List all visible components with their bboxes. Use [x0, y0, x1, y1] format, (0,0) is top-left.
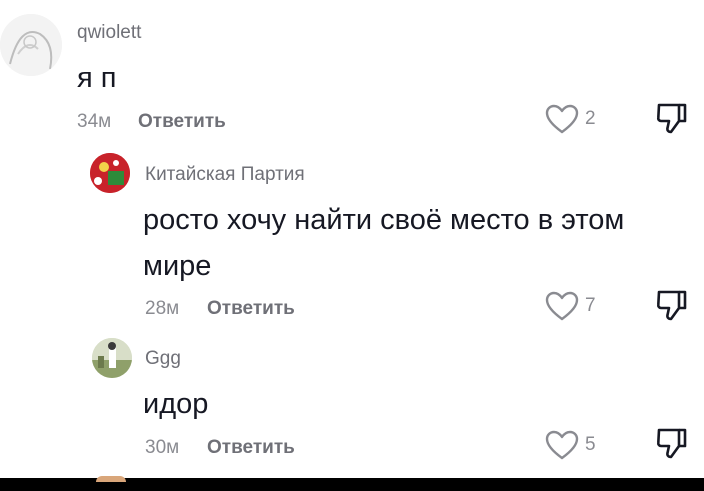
- thumbs-down-icon: [656, 428, 687, 459]
- username[interactable]: Китайская Партия: [145, 164, 305, 186]
- reply-button[interactable]: Ответить: [207, 437, 295, 459]
- reply-button[interactable]: Ответить: [207, 298, 295, 320]
- dislike-button[interactable]: [655, 426, 689, 465]
- timestamp: 34м: [77, 111, 112, 132]
- sketch-avatar-icon: [0, 14, 62, 76]
- thumbs-down-icon: [656, 103, 687, 134]
- dislike-button[interactable]: [655, 101, 689, 140]
- next-avatar-peek: [96, 476, 126, 482]
- comment-text: я п: [77, 62, 117, 94]
- red-flag-avatar-icon: [90, 153, 130, 193]
- username[interactable]: qwiolett: [77, 22, 141, 44]
- comment-text-line2: мире: [143, 250, 212, 282]
- thumbs-down-icon: [656, 290, 687, 321]
- timestamp: 30м: [145, 437, 180, 458]
- like-count: 7: [585, 295, 596, 316]
- like-button[interactable]: 2: [545, 104, 596, 134]
- reply-button[interactable]: Ответить: [138, 111, 226, 133]
- heart-outline-icon: [545, 430, 579, 460]
- username[interactable]: Ggg: [145, 348, 181, 370]
- avatar[interactable]: [90, 153, 130, 193]
- avatar[interactable]: [0, 14, 62, 76]
- comment-text: росто хочу найти своё место в этом: [143, 204, 625, 236]
- avatar[interactable]: [92, 338, 132, 378]
- heart-outline-icon: [545, 291, 579, 321]
- landscape-avatar-icon: [92, 338, 132, 378]
- like-count: 2: [585, 108, 596, 129]
- heart-outline-icon: [545, 104, 579, 134]
- like-button[interactable]: 5: [545, 430, 596, 460]
- timestamp: 28м: [145, 298, 180, 319]
- comment-text: идор: [143, 388, 209, 420]
- dislike-button[interactable]: [655, 288, 689, 327]
- like-count: 5: [585, 434, 596, 455]
- like-button[interactable]: 7: [545, 291, 596, 321]
